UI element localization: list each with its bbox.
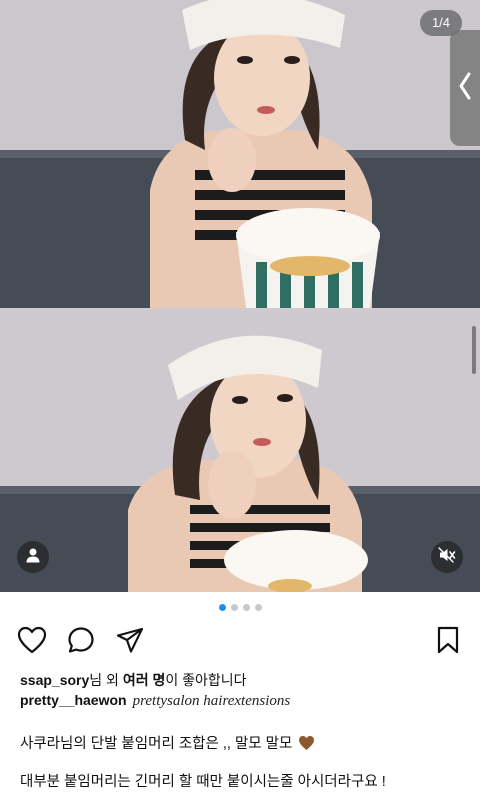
carousel-dot-4[interactable] [254, 604, 262, 611]
heart-outline-icon [17, 626, 47, 659]
likes-text-1: 님 외 [89, 672, 123, 688]
paper-plane-icon [116, 626, 144, 659]
caption-line-2: 대부분 붙임머리는 긴머리 할 때만 붙이시는줄 아시더라구요 ! [20, 774, 386, 790]
carousel-dot-2[interactable] [230, 604, 238, 611]
carousel-dot-1[interactable] [218, 604, 226, 611]
caption-line-1: 사쿠라님의 단발 붙임머리 조합은 ,, 말모 말모 [20, 732, 315, 755]
caption-header: pretty__haewon prettysalon hairextensions [20, 692, 290, 710]
bookmark-outline-icon [436, 626, 460, 659]
post-photo-1 [0, 0, 480, 308]
author-username[interactable]: pretty__haewon [20, 692, 127, 708]
user-icon [25, 547, 41, 568]
caption-line-1-text: 사쿠라님의 단발 붙임머리 조합은 ,, 말모 말모 [20, 736, 293, 752]
likes-summary[interactable]: ssap_sory님 외 여러 명이 좋아합니다 [20, 670, 247, 690]
tagged-users-button[interactable] [17, 541, 49, 573]
brown-heart-emoji-icon [298, 735, 315, 755]
mute-toggle-button[interactable] [431, 541, 463, 573]
liker-username[interactable]: ssap_sory [20, 672, 89, 688]
post-action-bar [0, 626, 480, 658]
like-button[interactable] [16, 626, 48, 658]
scrollbar-thumb[interactable] [472, 326, 476, 374]
chevron-left-icon [458, 71, 472, 106]
speaker-muted-icon [438, 546, 456, 568]
speech-bubble-icon [67, 626, 95, 659]
post-photo-2 [0, 310, 480, 592]
post-media-carousel[interactable]: 1/4 [0, 0, 480, 592]
side-panel-handle[interactable] [450, 30, 480, 146]
carousel-dots [0, 604, 480, 611]
save-button[interactable] [432, 626, 464, 658]
likes-others[interactable]: 여러 명 [123, 672, 166, 688]
caption-tags: prettysalon hairextensions [132, 693, 291, 709]
comment-button[interactable] [65, 626, 97, 658]
carousel-dot-3[interactable] [242, 604, 250, 611]
likes-text-2: 이 좋아합니다 [165, 672, 247, 688]
share-button[interactable] [114, 626, 146, 658]
